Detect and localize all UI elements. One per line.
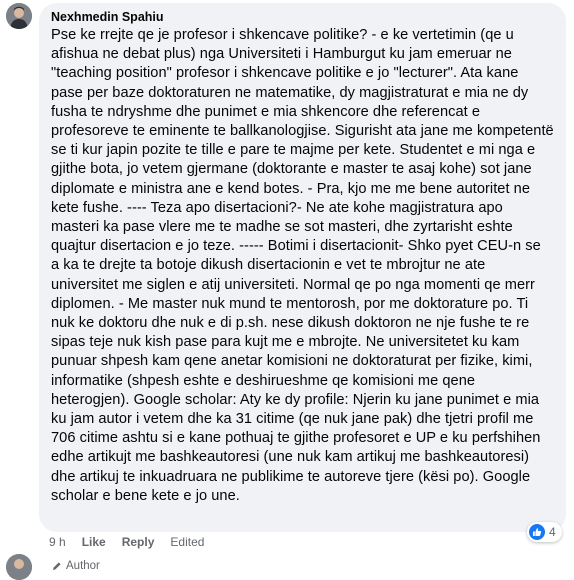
edited-label[interactable]: Edited: [170, 535, 204, 549]
pencil-icon: [53, 562, 61, 570]
comment-author-name[interactable]: Nexhmedin Spahiu: [51, 9, 554, 25]
reaction-summary[interactable]: 4: [527, 522, 562, 542]
author-badge: Author: [52, 560, 100, 572]
reply-button[interactable]: Reply: [122, 535, 155, 549]
next-comment-avatar[interactable]: [6, 554, 32, 580]
like-reaction-icon: [529, 524, 545, 540]
comment-actions: 9 h Like Reply Edited: [49, 535, 204, 549]
comment-bubble: Nexhmedin Spahiu Pse ke rrejte qe je pro…: [39, 3, 566, 532]
profile-photo-icon: [6, 3, 32, 29]
like-button[interactable]: Like: [82, 535, 106, 549]
comment-text: Pse ke rrejte qe je profesor i shkencave…: [51, 27, 554, 504]
reaction-count: 4: [549, 525, 556, 539]
profile-photo-icon: [6, 554, 32, 580]
author-badge-label: Author: [66, 560, 100, 572]
comment-timestamp[interactable]: 9 h: [49, 535, 66, 549]
avatar[interactable]: [6, 3, 32, 29]
